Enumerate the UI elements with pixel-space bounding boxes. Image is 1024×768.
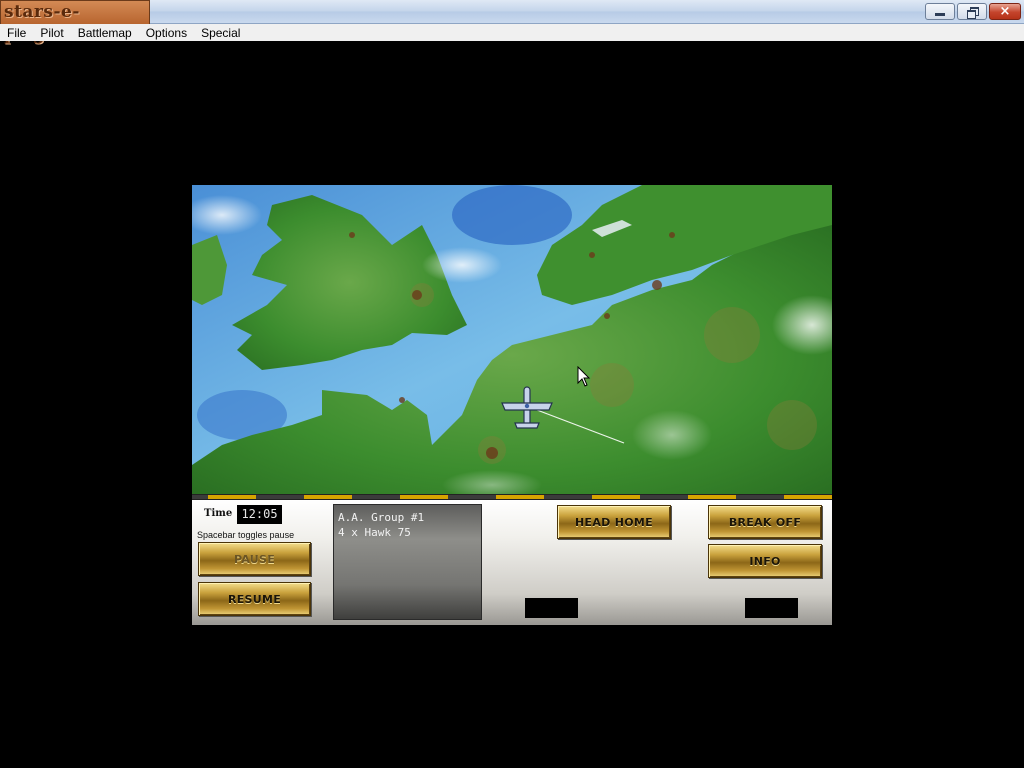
- minimize-icon: [935, 13, 945, 16]
- restore-icon: [966, 7, 979, 19]
- pause-button[interactable]: PAUSE: [198, 542, 311, 576]
- minimize-button[interactable]: [925, 3, 955, 20]
- menu-file[interactable]: File: [0, 25, 33, 41]
- unit-group-name: A.A. Group #1: [338, 511, 425, 524]
- time-display: 12:05: [237, 505, 282, 524]
- restore-button[interactable]: [957, 3, 987, 20]
- close-button[interactable]: ×: [989, 3, 1021, 20]
- control-panel: Time 12:05 Spacebar toggles pause PAUSE …: [192, 500, 832, 625]
- aircraft-icon[interactable]: [499, 385, 555, 433]
- close-icon: ×: [999, 4, 1011, 19]
- break-off-button[interactable]: BREAK OFF: [708, 505, 822, 539]
- battle-map[interactable]: [192, 185, 832, 495]
- time-label: Time: [204, 508, 233, 519]
- indicator-slot-2: [745, 598, 798, 618]
- menu-options[interactable]: Options: [139, 25, 194, 41]
- title-bar[interactable]: stars-e-prig.net ×: [0, 0, 1024, 45]
- info-button[interactable]: INFO: [708, 544, 822, 578]
- head-home-button[interactable]: HEAD HOME: [557, 505, 671, 539]
- menu-battlemap[interactable]: Battlemap: [71, 25, 139, 41]
- mouse-cursor-icon: [577, 366, 591, 387]
- game-area: Time 12:05 Spacebar toggles pause PAUSE …: [192, 185, 832, 625]
- app-logo: stars-e-prig.net: [0, 0, 150, 45]
- menu-pilot[interactable]: Pilot: [33, 25, 70, 41]
- pause-hint: Spacebar toggles pause: [197, 530, 295, 540]
- unit-info-box: A.A. Group #1 4 x Hawk 75: [333, 504, 482, 620]
- indicator-slot-1: [525, 598, 578, 618]
- menu-special[interactable]: Special: [194, 25, 247, 41]
- resume-button[interactable]: RESUME: [198, 582, 311, 616]
- map-terrain: [192, 185, 832, 495]
- unit-composition: 4 x Hawk 75: [338, 526, 411, 539]
- menu-bar: File Pilot Battlemap Options Special: [0, 24, 1024, 41]
